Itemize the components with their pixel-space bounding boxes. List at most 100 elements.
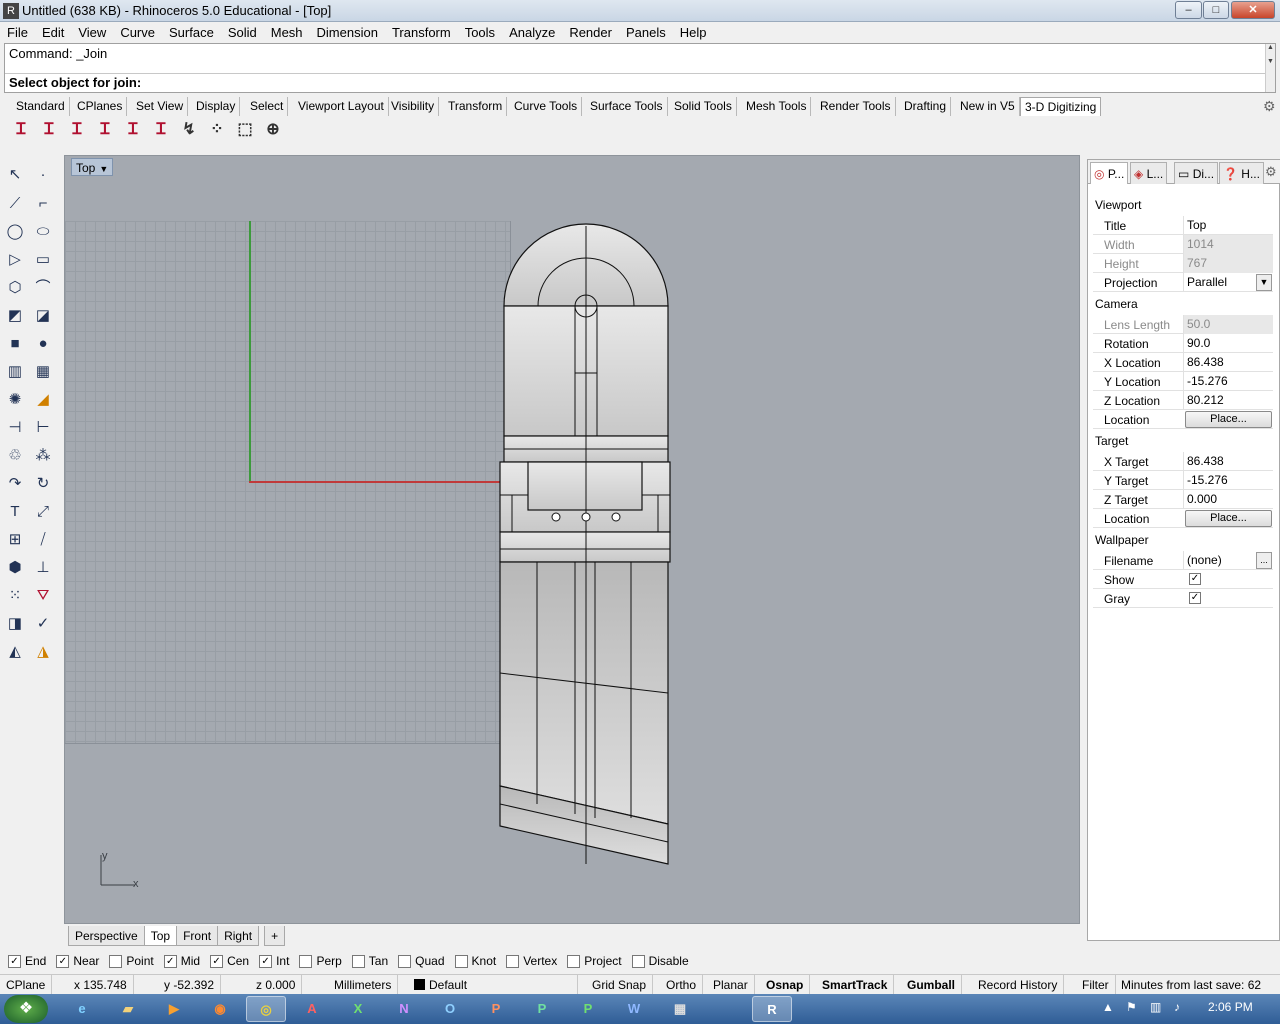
tab-properties[interactable]: ◎ P... — [1090, 162, 1129, 184]
menu-view[interactable]: View — [71, 25, 113, 40]
ellipse-icon[interactable]: ⬭ — [32, 221, 54, 243]
prop-title-value[interactable]: Top — [1183, 216, 1273, 235]
prop-xt-value[interactable]: 86.438 — [1183, 452, 1273, 471]
tab-cplanes[interactable]: CPlanes — [73, 97, 128, 116]
command-area[interactable]: Command: _Join Select object for join: ▲… — [4, 43, 1276, 93]
add-viewport-icon[interactable]: + — [264, 926, 286, 946]
menu-mesh[interactable]: Mesh — [264, 25, 310, 40]
tab-standard[interactable]: Standard — [12, 97, 70, 116]
osnap-tan[interactable]: Tan — [351, 954, 388, 968]
split-icon[interactable]: ⊢ — [32, 417, 54, 439]
mirror-icon[interactable]: ⧸ — [32, 529, 54, 551]
taskbar-outlook-icon[interactable]: O — [430, 996, 470, 1022]
status-osnap[interactable]: Osnap — [760, 975, 811, 995]
digitizer-pause-icon[interactable]: Ɪ — [148, 117, 174, 143]
render-icon[interactable]: ◭ — [4, 641, 26, 663]
menu-edit[interactable]: Edit — [35, 25, 71, 40]
tab-display[interactable]: Display — [192, 97, 241, 116]
mesh-icon[interactable]: ▦ — [32, 361, 54, 383]
group-icon[interactable]: ♲ — [4, 445, 26, 467]
osnap-vertex-checkbox[interactable] — [506, 954, 520, 968]
osnap-end-checkbox[interactable]: ✓ — [8, 954, 21, 968]
osnap-tan-checkbox[interactable] — [351, 954, 365, 968]
osnap-mid[interactable]: ✓ Mid — [163, 954, 200, 968]
taskbar-firefox-icon[interactable]: ◉ — [200, 996, 240, 1022]
target-place-button[interactable]: Place... — [1185, 510, 1272, 527]
maximize-button[interactable]: □ — [1203, 1, 1229, 19]
tab-new-in-v5[interactable]: New in V5 — [956, 97, 1020, 116]
tab-3d-digitizing[interactable]: 3-D Digitizing — [1020, 97, 1102, 116]
tab-surface-tools[interactable]: Surface Tools — [586, 97, 668, 116]
surface-corner-icon[interactable]: ◩ — [4, 305, 26, 327]
point-icon[interactable]: · — [32, 164, 54, 186]
polyline-icon[interactable]: ⟋ — [4, 193, 26, 215]
prop-zl-value[interactable]: 80.212 — [1183, 391, 1273, 410]
check-icon[interactable]: ✓ — [32, 613, 54, 635]
command-scrollbar[interactable]: ▲ ▼ — [1265, 44, 1275, 92]
analyze-icon[interactable]: ◨ — [4, 613, 26, 635]
osnap-project-checkbox[interactable] — [567, 954, 581, 968]
close-button[interactable]: ✕ — [1231, 1, 1275, 19]
osnap-perp-checkbox[interactable] — [299, 954, 313, 968]
digitizer-connect-icon[interactable]: Ɪ — [8, 117, 34, 143]
curve-cv-icon[interactable]: ⌐ — [32, 193, 54, 215]
material-icon[interactable]: ◮ — [32, 641, 54, 663]
menu-surface[interactable]: Surface — [162, 25, 221, 40]
start-button-icon[interactable]: ❖ — [4, 995, 48, 1023]
tray-arrow-icon[interactable]: ▲ — [1102, 1000, 1114, 1014]
osnap-quad[interactable]: Quad — [398, 954, 445, 968]
status-filter[interactable]: Filter — [1076, 975, 1116, 995]
tab-transform[interactable]: Transform — [444, 97, 508, 116]
osnap-near-checkbox[interactable]: ✓ — [56, 954, 70, 968]
taskbar-project-icon[interactable]: P — [568, 996, 608, 1022]
ungroup-icon[interactable]: ⁂ — [32, 445, 54, 467]
taskbar-word-icon[interactable]: W — [614, 996, 654, 1022]
osnap-project[interactable]: Project — [567, 954, 622, 968]
taskbar-onenote-icon[interactable]: N — [384, 996, 424, 1022]
tab-drafting[interactable]: Drafting — [900, 97, 952, 116]
tab-top[interactable]: Top — [143, 926, 178, 946]
digitizer-scale-icon[interactable]: Ɪ — [120, 117, 146, 143]
taskbar-publisher-icon[interactable]: P — [522, 996, 562, 1022]
status-cplane[interactable]: CPlane — [0, 975, 53, 995]
osnap-perp[interactable]: Perp — [299, 954, 342, 968]
tab-render-tools[interactable]: Render Tools — [816, 97, 896, 116]
crosshair-icon[interactable]: ⊕ — [260, 117, 286, 143]
extrude-surface-icon[interactable]: ◪ — [32, 305, 54, 327]
osnap-point-checkbox[interactable] — [109, 954, 123, 968]
status-ortho[interactable]: Ortho — [660, 975, 704, 995]
menu-analyze[interactable]: Analyze — [502, 25, 562, 40]
box-icon[interactable]: ■ — [4, 333, 26, 355]
polygon-icon[interactable]: ⬡ — [4, 277, 26, 299]
osnap-int-checkbox[interactable]: ✓ — [259, 954, 273, 968]
status-grid-snap[interactable]: Grid Snap — [586, 975, 654, 995]
osnap-knot[interactable]: Knot — [454, 954, 496, 968]
command-prompt[interactable]: Select object for join: — [9, 75, 141, 90]
prop-xl-value[interactable]: 86.438 — [1183, 353, 1273, 372]
digitizer-point-icon[interactable]: Ɪ — [64, 117, 90, 143]
gray-checkbox[interactable]: ✓ — [1189, 592, 1201, 604]
model-geometry[interactable] — [498, 221, 678, 866]
tab-perspective[interactable]: Perspective — [68, 926, 145, 946]
cylinder-icon[interactable]: ▥ — [4, 361, 26, 383]
osnap-quad-checkbox[interactable] — [398, 954, 412, 968]
menu-tools[interactable]: Tools — [458, 25, 502, 40]
tab-front[interactable]: Front — [176, 926, 219, 946]
menu-help[interactable]: Help — [673, 25, 714, 40]
tab-curve-tools[interactable]: Curve Tools — [510, 97, 583, 116]
prop-rotation-value[interactable]: 90.0 — [1183, 334, 1273, 353]
frame-icon[interactable]: ⬚ — [232, 117, 258, 143]
tray-volume-icon[interactable]: ♪ — [1174, 1000, 1180, 1014]
status-planar[interactable]: Planar — [707, 975, 755, 995]
projection-dropdown[interactable]: Parallel ▼ — [1183, 273, 1273, 292]
select-arrow-icon[interactable]: ↖ — [4, 164, 26, 186]
osnap-near[interactable]: ✓ Near — [56, 954, 99, 968]
trim-icon[interactable]: ⊣ — [4, 417, 26, 439]
osnap-knot-checkbox[interactable] — [454, 954, 468, 968]
osnap-vertex[interactable]: Vertex — [506, 954, 557, 968]
status-layer[interactable]: Default — [408, 975, 578, 995]
circle-icon[interactable]: ◯ — [4, 221, 26, 243]
tab-select[interactable]: Select — [246, 97, 289, 116]
status-gumball[interactable]: Gumball — [901, 975, 963, 995]
taskbar-rhino-icon[interactable]: R — [752, 996, 792, 1022]
